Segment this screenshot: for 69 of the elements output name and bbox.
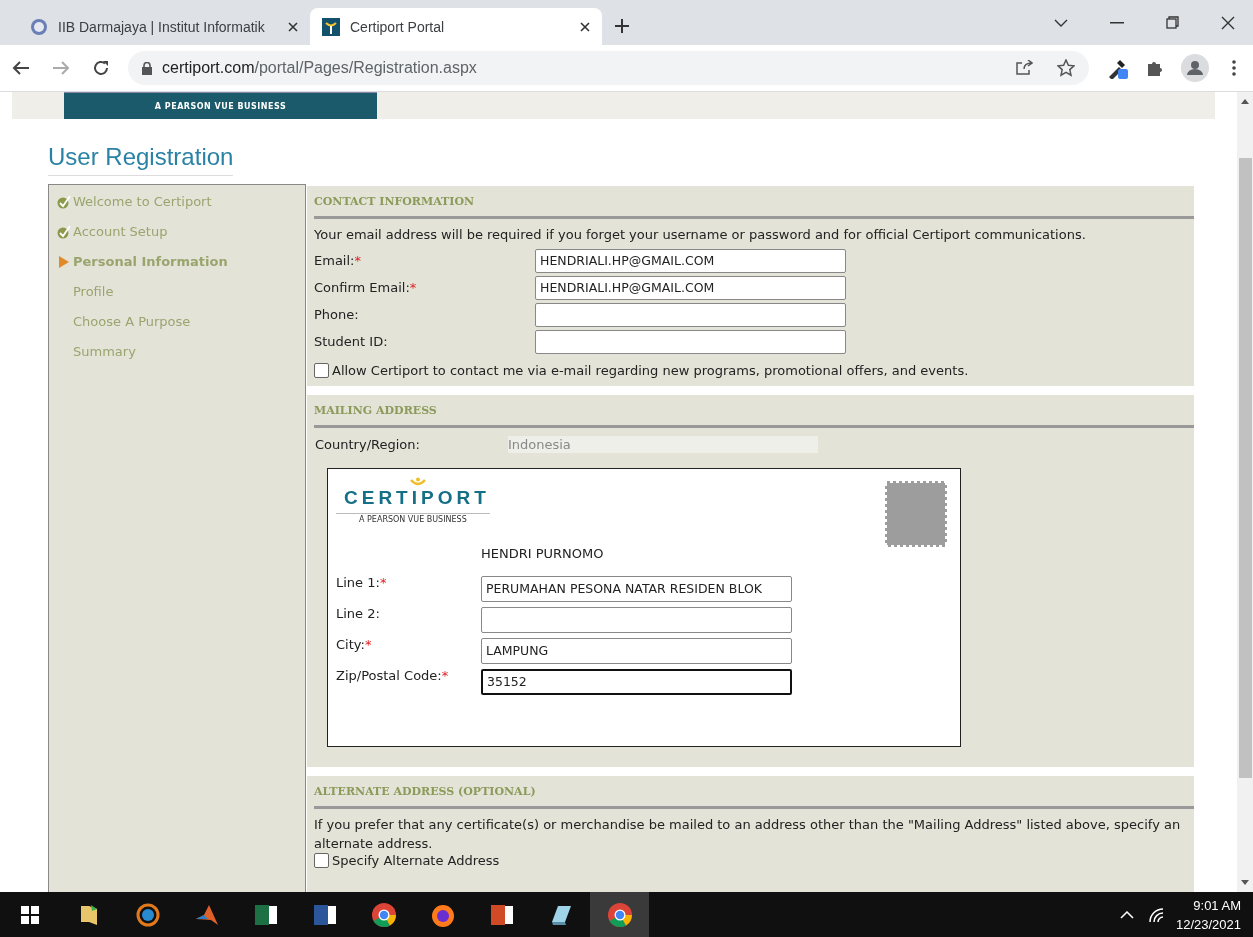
menu-icon[interactable]	[1231, 59, 1237, 77]
text-field[interactable]	[481, 606, 792, 633]
close-icon[interactable]	[288, 21, 298, 32]
share-icon[interactable]	[1015, 60, 1033, 76]
lock-icon	[142, 61, 152, 75]
text-field[interactable]: LAMPUNG	[481, 637, 792, 664]
chevron-up-icon[interactable]	[1119, 910, 1134, 919]
check-icon	[57, 224, 71, 239]
brand-banner: A PEARSON VUE BUSINESS	[64, 92, 377, 119]
browser-icon[interactable]	[606, 901, 633, 928]
browser-tab[interactable]: Certiport Portal	[310, 8, 602, 45]
address-bar[interactable]: certiport.com/portal/Pages/Registration.aspx	[128, 51, 1089, 85]
close-icon[interactable]	[580, 21, 590, 32]
section-title: ALTERNATE ADDRESS (OPTIONAL)	[314, 776, 1194, 809]
text-field[interactable]	[535, 302, 846, 327]
field-label: Confirm Email:	[314, 280, 410, 295]
profile-icon[interactable]	[1181, 54, 1209, 82]
browser-icon[interactable]	[370, 901, 397, 928]
required-mark: *	[441, 668, 449, 683]
star-icon[interactable]	[1057, 59, 1075, 77]
field-label: Student ID:	[314, 334, 388, 349]
recipient-name: HENDRI PURNOMO	[481, 546, 605, 561]
new-tab-icon[interactable]	[614, 18, 630, 34]
arrow-icon	[57, 254, 71, 269]
restore-icon[interactable]	[1166, 16, 1179, 29]
scroll-up-icon[interactable]	[1241, 98, 1249, 104]
text-field[interactable]: HENDRIALI.HP@GMAIL.COM	[535, 275, 846, 300]
field-label: City:	[336, 637, 365, 652]
field-label: Line 2:	[336, 606, 380, 621]
required-mark: *	[409, 280, 417, 295]
field-label: Country/Region:	[315, 437, 420, 452]
logo-tagline: A PEARSON VUE BUSINESS	[358, 515, 468, 524]
chevron-down-icon[interactable]	[1054, 18, 1068, 27]
intro-text: Your email address will be required if you forget your username or password and for official Certiport communications.	[314, 226, 1087, 244]
minimize-icon[interactable]	[1110, 21, 1124, 24]
scroll-down-icon[interactable]	[1241, 880, 1249, 886]
required-mark: *	[379, 575, 387, 590]
target-icon[interactable]	[134, 901, 161, 928]
country-value: Indonesia	[507, 436, 818, 453]
required-mark: *	[354, 253, 361, 268]
back-icon[interactable]	[12, 60, 30, 76]
section-title: CONTACT INFORMATION	[314, 186, 1194, 219]
close-icon[interactable]	[1221, 15, 1235, 30]
field-label: Phone:	[314, 307, 359, 322]
logo-text: CERTIPORT	[336, 487, 490, 514]
field-label: Email:	[314, 253, 355, 268]
check-icon	[57, 194, 71, 209]
windows-icon	[20, 905, 39, 924]
reload-icon[interactable]	[92, 59, 110, 77]
alternate-text: If you prefer that any certificate(s) or merchandise be mailed to an address other than the "Mailing Address" listed above, specify an alternate address.	[314, 816, 1182, 853]
page-heading: User Registration	[48, 143, 234, 176]
wifi-icon[interactable]	[1147, 906, 1166, 923]
scroll-thumb[interactable]	[1238, 158, 1252, 778]
certiport-favicon-icon	[322, 17, 340, 36]
checkbox-label: Allow Certiport to contact me via e-mail regarding new programs, promotional offers, and events.	[332, 363, 969, 378]
checkbox-label: Specify Alternate Address	[332, 853, 500, 868]
checkbox[interactable]	[314, 363, 329, 378]
clock[interactable]: 9:01 AM 12/23/2021	[1175, 895, 1253, 934]
browser-tab[interactable]: IIB Darmajaya | Institut Informatik	[18, 8, 310, 45]
stamp-icon	[885, 481, 947, 547]
text-field[interactable]: HENDRIALI.HP@GMAIL.COM	[535, 248, 846, 273]
text-field[interactable]	[535, 329, 846, 354]
field-label: Line 1:	[336, 575, 380, 590]
field-label: Zip/Postal Code:	[336, 668, 442, 683]
text-field[interactable]: 35152	[481, 668, 792, 695]
section-title: MAILING ADDRESS	[314, 395, 1194, 428]
checkbox[interactable]	[314, 853, 329, 868]
text-field[interactable]: PERUMAHAN PESONA NATAR RESIDEN BLOK	[481, 575, 792, 602]
required-mark: *	[364, 637, 372, 652]
